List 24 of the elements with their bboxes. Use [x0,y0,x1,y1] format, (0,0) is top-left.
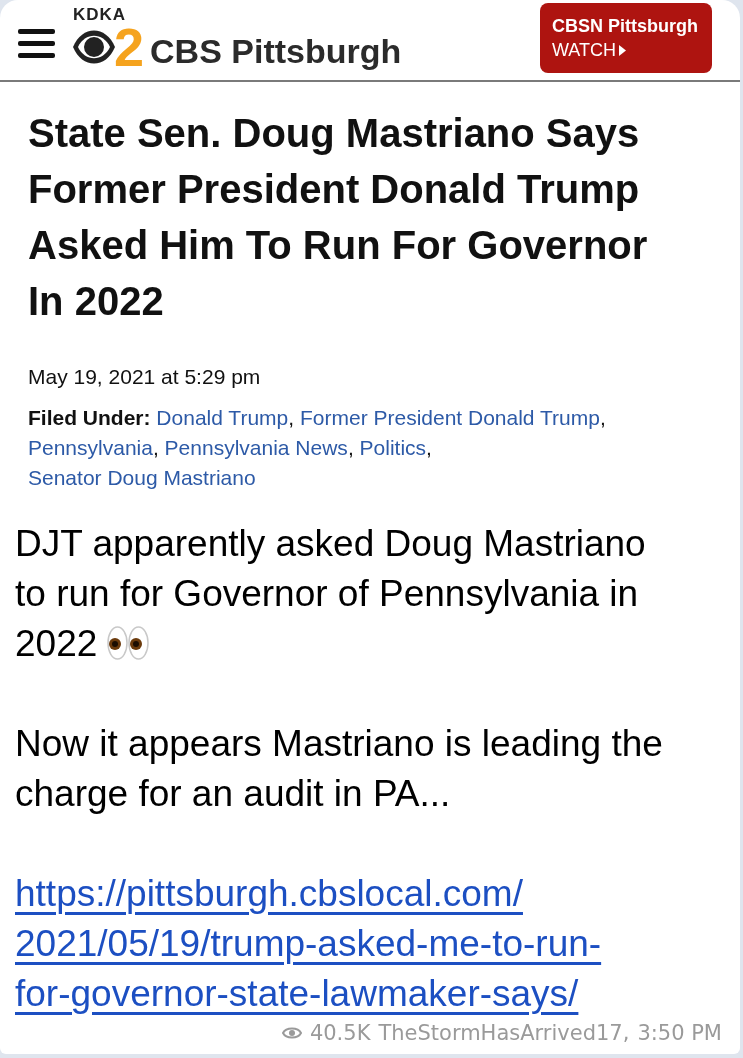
tag-link[interactable]: Pennsylvania [28,436,153,459]
article-headline: State Sen. Doug Mastriano Says Former President Donald Trump Asked Him To Run For Governor In 2022 [28,110,649,325]
author-signature: TheStormHasArrived17, [378,1020,630,1046]
article-url-link[interactable]: https://pittsburgh.cbslocal.com/ 2021/05/19/trump-asked-me-to-run- for-governor-state-lawmaker-says/ [15,869,602,1019]
message-text: DJT apparently asked Doug Mastriano to run for Governor of Pennsylvania in 2022 [15,522,647,666]
filed-under-text: Filed Under: Donald Trump, Former President Donald Trump, Pennsylvania, Pennsylvania News, Politics, Senator Doug Mastriano [28,405,607,491]
view-count: 40.5K [309,1020,371,1046]
tag-link[interactable]: Senator Doug Mastriano [28,466,256,489]
tag-link[interactable]: Donald Trump [156,406,289,429]
tag-link[interactable]: Politics [359,436,427,459]
site-name: CBS Pittsburgh [150,30,402,71]
menu-icon[interactable] [18,28,55,58]
watch-button[interactable]: CBSN Pittsburgh WATCH [540,3,712,73]
eye-logo-icon [72,28,116,65]
caret-icon [619,44,626,56]
station-call-letters: KDKA [73,5,127,23]
message-text: Now it appears Mastriano is leading the charge for an audit in PA... [15,722,664,816]
eyes-icon [107,626,150,660]
message-time: 3:50 PM [637,1020,722,1046]
publish-date: May 19, 2021 at 5:29 pm [28,364,262,390]
tag-link[interactable]: Pennsylvania News [164,436,348,459]
tag-link[interactable]: Former President Donald Trump [299,406,600,429]
views-eye-icon [281,1026,302,1040]
channel-number: 2 [114,23,143,70]
